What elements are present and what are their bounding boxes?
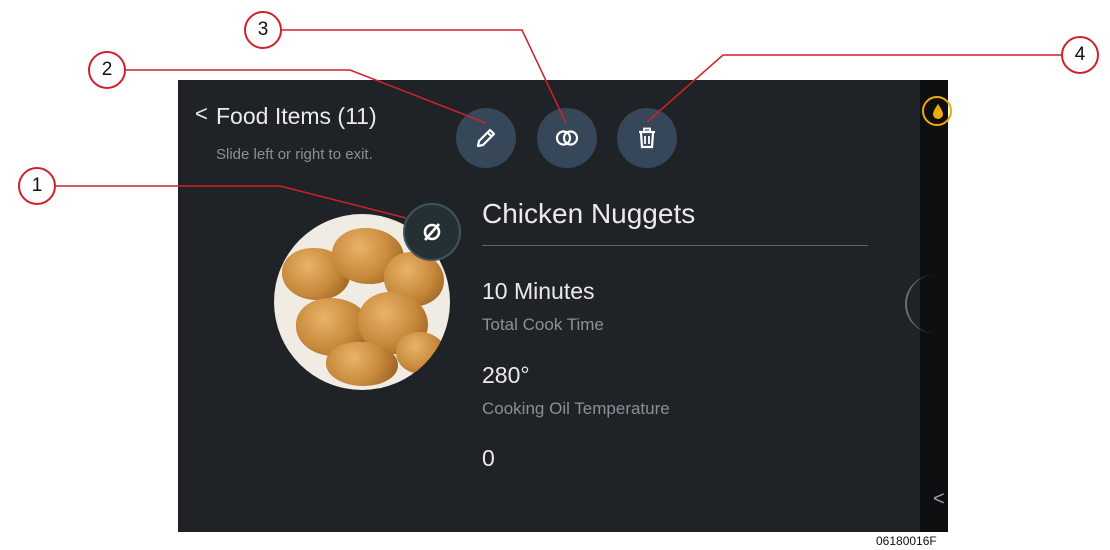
leader-line-2 [126,69,487,124]
callout-leader-lines [56,29,1080,219]
callout-3: 3 [244,11,282,49]
figure-code: 06180016F [876,534,937,548]
callout-2: 2 [88,51,126,89]
callout-4: 4 [1061,36,1099,74]
leader-line-4 [646,54,1080,123]
leader-line-3 [282,29,567,124]
callout-1: 1 [18,167,56,205]
leader-line-1 [56,185,407,219]
